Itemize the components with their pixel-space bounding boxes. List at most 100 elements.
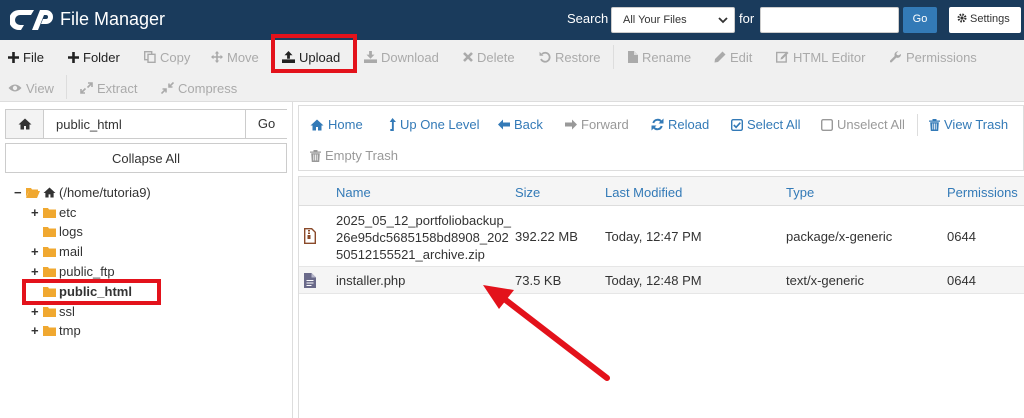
view-button[interactable]: View: [8, 77, 54, 99]
download-label: Download: [381, 49, 439, 65]
folder-icon: [43, 246, 56, 257]
file-modified: Today, 12:48 PM: [605, 273, 702, 288]
tree-item-tmp[interactable]: + tmp: [31, 321, 81, 339]
copy-label: Copy: [160, 49, 191, 65]
new-folder-label: Folder: [83, 49, 120, 65]
cpanel-logo-icon[interactable]: [10, 6, 54, 34]
settings-button[interactable]: Settings: [949, 7, 1021, 33]
extract-icon: [80, 82, 93, 94]
tree-item-logs[interactable]: logs: [43, 222, 83, 240]
file-size: 392.22 MB: [515, 229, 578, 244]
edit-pencil-icon: [714, 51, 726, 63]
tree-item-public-ftp[interactable]: + public_ftp: [31, 262, 115, 280]
permissions-label: Permissions: [906, 49, 977, 65]
tree-item-mail[interactable]: + mail: [31, 242, 83, 260]
search-go-button[interactable]: Go: [903, 7, 937, 33]
column-header-name[interactable]: Name: [336, 185, 371, 200]
nav-back-label: Back: [514, 117, 543, 132]
file-name-line: 2025_05_12_portfoliobackup_: [336, 213, 511, 228]
nav-empty-trash-label: Empty Trash: [325, 148, 398, 163]
tree-item-label: ssl: [59, 303, 75, 319]
column-header-type[interactable]: Type: [786, 185, 814, 200]
nav-select-all-label: Select All: [747, 117, 801, 132]
delete-button[interactable]: Delete: [463, 46, 515, 68]
trash-icon: [929, 118, 940, 131]
permissions-button[interactable]: Permissions: [890, 46, 977, 68]
wrench-icon: [890, 51, 902, 63]
download-icon: [364, 51, 377, 63]
level-up-icon: [389, 118, 396, 131]
plus-icon: [68, 51, 79, 63]
file-name[interactable]: installer.php: [336, 273, 405, 288]
column-header-size[interactable]: Size: [515, 185, 540, 200]
arrow-right-icon: [565, 119, 577, 130]
refresh-icon: [651, 118, 664, 131]
restore-button[interactable]: Restore: [539, 46, 601, 68]
plus-icon: [8, 51, 19, 63]
new-folder-button[interactable]: Folder: [68, 46, 120, 68]
table-row[interactable]: 2025_05_12_portfoliobackup_ 26e95dc56851…: [299, 206, 1024, 267]
nav-divider: [917, 114, 918, 136]
nav-back-button[interactable]: Back: [498, 117, 543, 132]
nav-home-button[interactable]: Home: [310, 117, 363, 132]
nav-forward-button[interactable]: Forward: [565, 117, 629, 132]
delete-label: Delete: [477, 49, 515, 65]
expand-toggle[interactable]: +: [31, 205, 41, 220]
settings-gear-icon: [957, 13, 967, 23]
copy-button[interactable]: Copy: [144, 46, 190, 68]
column-header-last-modified[interactable]: Last Modified: [605, 185, 682, 200]
html-editor-button[interactable]: HTML Editor: [776, 46, 865, 68]
nav-select-all-button[interactable]: Select All: [731, 117, 800, 132]
expand-toggle[interactable]: +: [31, 244, 41, 259]
search-input[interactable]: [760, 7, 899, 33]
text-file-icon: [304, 273, 316, 288]
toolbar-divider: [66, 75, 67, 99]
extract-label: Extract: [97, 80, 138, 96]
tree-item-label: mail: [59, 243, 83, 259]
home-icon: [43, 186, 56, 198]
settings-label: Settings: [970, 13, 1010, 25]
download-button[interactable]: Download: [364, 46, 439, 68]
chevron-down-icon: [718, 17, 728, 24]
top-header: File Manager Search All Your Files for G…: [0, 0, 1024, 40]
search-scope-select[interactable]: All Your Files: [611, 7, 735, 33]
rename-button[interactable]: Rename: [628, 46, 691, 68]
extract-button[interactable]: Extract: [80, 77, 137, 99]
panel-divider: [292, 102, 293, 418]
new-file-button[interactable]: File: [8, 46, 44, 68]
compress-icon: [161, 82, 174, 94]
nav-reload-button[interactable]: Reload: [651, 117, 709, 132]
nav-view-trash-button[interactable]: View Trash: [929, 117, 1008, 132]
nav-up-one-level-button[interactable]: Up One Level: [387, 117, 480, 132]
nav-unselect-all-button[interactable]: Unselect All: [821, 117, 905, 132]
folder-icon: [43, 266, 56, 277]
path-home-button[interactable]: [6, 110, 44, 138]
compress-button[interactable]: Compress: [161, 77, 237, 99]
folder-icon: [43, 226, 56, 237]
edit-label: Edit: [730, 49, 753, 65]
expand-toggle[interactable]: +: [31, 323, 41, 338]
file-size: 73.5 KB: [515, 273, 562, 288]
edit-button[interactable]: Edit: [714, 46, 752, 68]
tree-item-ssl[interactable]: + ssl: [31, 302, 75, 320]
tree-root-label: (/home/tutoria9): [59, 184, 151, 200]
expand-toggle[interactable]: +: [31, 304, 41, 319]
toolbar-divider: [613, 45, 614, 69]
table-row[interactable]: installer.php 73.5 KB Today, 12:48 PM te…: [299, 267, 1024, 294]
search-label: Search: [567, 11, 609, 26]
move-button[interactable]: Move: [211, 46, 259, 68]
nav-empty-trash-button[interactable]: Empty Trash: [310, 148, 398, 163]
tree-root[interactable]: − (/home/tutoria9): [14, 183, 151, 201]
path-go-button[interactable]: Go: [245, 110, 287, 138]
collapse-toggle[interactable]: −: [14, 185, 24, 200]
column-header-permissions[interactable]: Permissions: [947, 185, 1018, 200]
tree-item-etc[interactable]: + etc: [31, 203, 76, 221]
file-navigation-bar: Home Up One Level Back Forward Reload Se…: [298, 105, 1024, 171]
collapse-all-button[interactable]: Collapse All: [5, 143, 287, 173]
folder-icon: [43, 325, 56, 336]
for-label: for: [739, 11, 755, 26]
table-header: Name Size Last Modified Type Permissions: [299, 176, 1024, 206]
path-input[interactable]: public_html: [56, 117, 122, 132]
expand-toggle[interactable]: +: [31, 264, 41, 279]
file-name[interactable]: 2025_05_12_portfoliobackup_ 26e95dc56851…: [336, 212, 511, 263]
